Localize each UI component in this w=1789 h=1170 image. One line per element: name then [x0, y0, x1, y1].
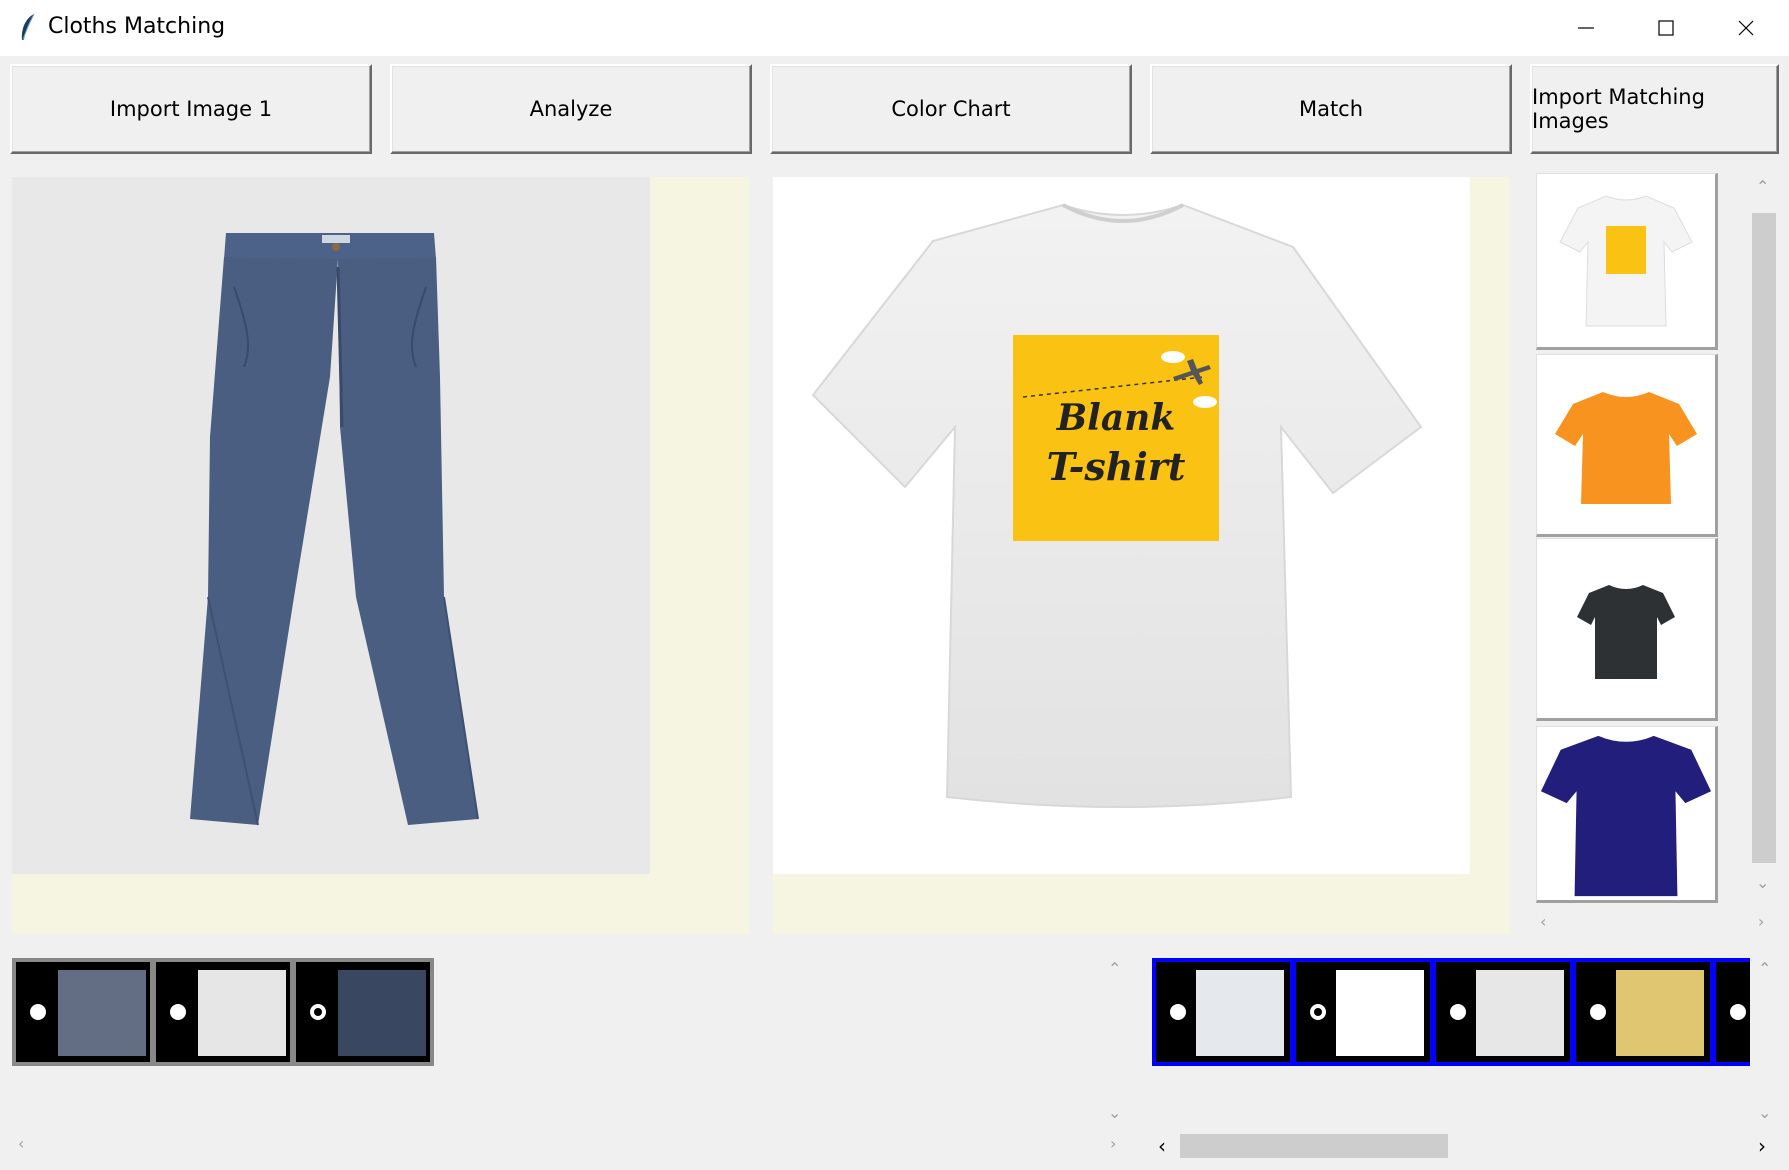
right-swatch-vscrollbar[interactable]: ⌃ ⌄ — [1752, 955, 1780, 1125]
swatch-radio[interactable] — [28, 1002, 48, 1022]
match-button[interactable]: Match — [1150, 64, 1512, 154]
swatch-radio[interactable] — [1308, 1002, 1328, 1022]
left-swatch-hscrollbar[interactable]: ‹ › — [12, 1132, 1130, 1160]
swatch-color — [198, 970, 286, 1056]
white-tshirt-thumb — [1559, 194, 1693, 326]
blue-tshirt-thumb — [1540, 735, 1712, 896]
print-text-line2: T-shirt — [1047, 444, 1186, 489]
minimize-button[interactable] — [1546, 0, 1626, 56]
scroll-right-icon[interactable]: › — [1110, 1134, 1116, 1153]
swatch-radio[interactable] — [1168, 1002, 1188, 1022]
scroll-left-icon[interactable]: ‹ — [1540, 912, 1546, 931]
thumbnail-orange-tshirt[interactable] — [1536, 354, 1718, 537]
scrollbar-thumb[interactable] — [1180, 1134, 1448, 1158]
right-swatch-5[interactable] — [1716, 962, 1750, 1062]
print-text-line1: Blank — [1056, 397, 1176, 439]
thumbnail-white-tshirt[interactable] — [1536, 173, 1718, 350]
thumbnail-blue-tshirt[interactable] — [1536, 726, 1718, 903]
right-swatch-hscrollbar[interactable]: ‹ › — [1152, 1132, 1778, 1160]
scroll-right-icon[interactable]: › — [1758, 912, 1764, 931]
close-button[interactable] — [1706, 0, 1786, 56]
analyze-button[interactable]: Analyze — [390, 64, 752, 154]
scroll-left-icon[interactable]: ‹ — [18, 1134, 24, 1153]
scroll-up-icon[interactable]: ⌃ — [1108, 959, 1121, 978]
feather-app-icon — [21, 13, 35, 41]
scroll-down-icon[interactable]: ⌄ — [1758, 1103, 1771, 1122]
swatch-color — [1476, 970, 1564, 1056]
close-icon — [1738, 20, 1754, 36]
left-swatch-3[interactable] — [296, 962, 430, 1062]
scroll-right-icon[interactable]: › — [1758, 1134, 1766, 1158]
tshirt-illustration: Blank T-shirt — [811, 203, 1423, 808]
color-chart-button[interactable]: Color Chart — [770, 64, 1132, 154]
black-tshirt-thumb — [1577, 584, 1675, 679]
scroll-up-icon[interactable]: ⌃ — [1756, 177, 1769, 196]
swatch-color — [338, 970, 426, 1056]
left-swatch-1[interactable] — [16, 962, 150, 1062]
swatch-color — [1616, 970, 1704, 1056]
title-bar: Cloths Matching — [0, 0, 1789, 56]
scroll-down-icon[interactable]: ⌄ — [1756, 873, 1769, 892]
thumbnail-black-tshirt[interactable] — [1536, 538, 1718, 721]
minimize-icon — [1578, 27, 1594, 29]
swatch-radio[interactable] — [308, 1002, 328, 1022]
swatch-radio[interactable] — [168, 1002, 188, 1022]
right-swatch-1[interactable] — [1156, 962, 1290, 1062]
left-swatch-strip — [12, 958, 434, 1066]
orange-tshirt-thumb — [1555, 391, 1697, 504]
maximize-icon — [1658, 20, 1674, 36]
swatch-radio[interactable] — [1448, 1002, 1468, 1022]
right-swatch-2[interactable] — [1296, 962, 1430, 1062]
left-swatch-2[interactable] — [156, 962, 290, 1062]
thumbnail-vscrollbar[interactable]: ⌃ ⌄ — [1750, 173, 1778, 903]
import-image-1-button[interactable]: Import Image 1 — [10, 64, 372, 154]
swatch-color — [1336, 970, 1424, 1056]
scroll-left-icon[interactable]: ‹ — [1158, 1134, 1166, 1158]
right-image-panel: Blank T-shirt — [773, 177, 1510, 934]
scroll-down-icon[interactable]: ⌄ — [1108, 1103, 1121, 1122]
import-matching-images-button[interactable]: Import Matching Images — [1530, 64, 1779, 154]
swatch-radio[interactable] — [1588, 1002, 1608, 1022]
right-swatch-4[interactable] — [1576, 962, 1710, 1062]
pants-illustration — [190, 233, 479, 826]
left-image-panel — [12, 177, 749, 934]
tshirt-image: Blank T-shirt — [773, 177, 1470, 874]
swatch-radio[interactable] — [1728, 1002, 1748, 1022]
maximize-button[interactable] — [1626, 0, 1706, 56]
scrollbar-thumb[interactable] — [1752, 213, 1776, 863]
window-title: Cloths Matching — [48, 14, 226, 39]
left-swatch-vscrollbar[interactable]: ⌃ ⌄ — [1102, 955, 1130, 1125]
thumbnail-hscrollbar[interactable]: ‹ › — [1536, 910, 1778, 936]
scroll-up-icon[interactable]: ⌃ — [1758, 959, 1771, 978]
swatch-color — [58, 970, 146, 1056]
pants-image — [12, 177, 650, 874]
right-swatch-3[interactable] — [1436, 962, 1570, 1062]
swatch-color — [1196, 970, 1284, 1056]
right-swatch-strip — [1152, 958, 1750, 1066]
